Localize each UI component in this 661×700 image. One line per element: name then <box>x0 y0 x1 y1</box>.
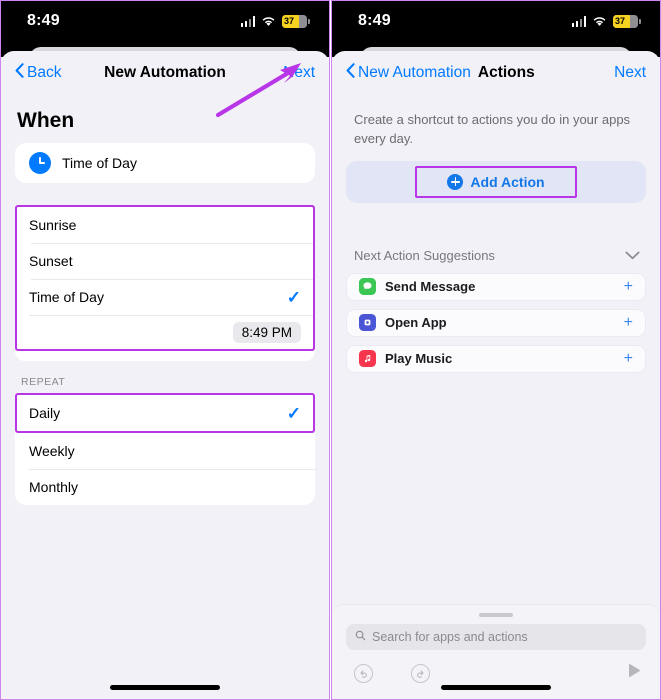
search-icon <box>355 628 366 646</box>
modal-sheet-actions: New Automation Actions Next Create a sho… <box>332 51 660 699</box>
option-row-sunrise[interactable]: Sunrise <box>17 207 313 243</box>
wifi-icon <box>261 16 276 27</box>
status-bar: 8:49 37 <box>332 1 660 45</box>
when-heading: When <box>17 109 75 132</box>
actions-subtitle: Create a shortcut to actions you do in y… <box>354 112 631 146</box>
chevron-left-icon <box>346 63 355 83</box>
option-row-time-of-day[interactable]: Time of Day ✓ <box>17 279 313 315</box>
navigation-bar: New Automation Actions Next <box>332 51 660 95</box>
search-placeholder: Search for apps and actions <box>372 630 528 644</box>
trigger-label: Time of Day <box>62 155 137 171</box>
add-suggestion-button[interactable]: + <box>624 350 633 367</box>
wifi-icon <box>592 16 607 27</box>
status-bar: 8:49 37 <box>1 1 329 45</box>
trigger-card-bottom-spacer <box>15 351 315 361</box>
suggestion-row-open-app[interactable]: Open App + <box>346 308 646 337</box>
repeat-row-monthly[interactable]: Monthly <box>15 469 315 505</box>
music-app-icon <box>359 350 376 368</box>
undo-icon[interactable] <box>354 663 373 683</box>
status-bar-indicators: 37 <box>240 14 310 28</box>
back-button-label: Back <box>27 64 62 81</box>
add-action-container: Add Action <box>346 160 646 203</box>
battery-icon: 37 <box>613 14 641 28</box>
suggestions-title: Next Action Suggestions <box>354 248 495 264</box>
option-row-sunset[interactable]: Sunset <box>17 243 313 279</box>
next-button[interactable]: Next <box>614 64 646 82</box>
repeat-row-daily[interactable]: Daily ✓ <box>17 395 313 431</box>
trigger-options-highlight: Sunrise Sunset Time of Day ✓ 8:49 PM <box>15 205 315 351</box>
battery-percentage: 37 <box>284 15 295 26</box>
back-button[interactable]: New Automation <box>346 63 471 83</box>
editor-toolbar <box>332 650 660 684</box>
trigger-row-time-of-day[interactable]: Time of Day <box>15 143 315 183</box>
suggestions-header[interactable]: Next Action Suggestions <box>332 203 660 273</box>
repeat-label-monthly: Monthly <box>29 479 79 495</box>
add-suggestion-button[interactable]: + <box>624 278 633 295</box>
repeat-section-label: REPEAT <box>21 376 66 388</box>
status-bar-clock: 8:49 <box>358 12 391 29</box>
time-value-row[interactable]: 8:49 PM <box>17 315 313 349</box>
option-label-time-of-day: Time of Day <box>29 289 104 305</box>
checkmark-icon: ✓ <box>286 287 301 307</box>
repeat-row-weekly[interactable]: Weekly <box>15 433 315 469</box>
back-button[interactable]: Back <box>15 63 61 83</box>
suggestion-label: Send Message <box>385 279 476 295</box>
suggestion-label: Play Music <box>385 351 453 367</box>
sheet-grabber-handle[interactable] <box>479 613 513 617</box>
cellular-bars-icon <box>571 15 586 27</box>
navigation-bar: Back New Automation Next <box>1 51 329 95</box>
repeat-daily-highlight: Daily ✓ <box>15 393 315 433</box>
checkmark-icon: ✓ <box>286 403 301 423</box>
repeat-label-daily: Daily <box>29 405 61 421</box>
messages-app-icon <box>359 278 376 296</box>
plus-circle-icon <box>447 173 464 190</box>
play-icon[interactable] <box>627 662 642 684</box>
option-label-sunset: Sunset <box>29 253 73 269</box>
phone-screen-actions-step: 8:49 37 New Automation Actions Next Crea… <box>331 0 661 700</box>
suggestion-row-send-message[interactable]: Send Message + <box>346 272 646 301</box>
shortcuts-open-app-icon <box>359 314 376 332</box>
suggestion-label: Open App <box>385 315 447 331</box>
clock-icon <box>29 152 51 174</box>
repeat-label-weekly: Weekly <box>29 443 75 459</box>
page-title: Actions <box>477 64 535 81</box>
search-input[interactable]: Search for apps and actions <box>346 624 646 650</box>
suggestion-row-play-music[interactable]: Play Music + <box>346 344 646 373</box>
chevron-down-icon[interactable] <box>625 247 640 265</box>
add-suggestion-button[interactable]: + <box>624 314 633 331</box>
cellular-bars-icon <box>240 15 255 27</box>
modal-sheet-when: Back New Automation Next When Time of Da… <box>1 51 329 699</box>
selected-time-value[interactable]: 8:49 PM <box>232 321 301 343</box>
battery-percentage: 37 <box>615 15 626 26</box>
home-indicator <box>441 685 551 690</box>
chevron-left-icon <box>15 63 24 83</box>
battery-icon: 37 <box>282 14 310 28</box>
status-bar-clock: 8:49 <box>27 12 60 29</box>
add-action-button[interactable]: Add Action <box>415 165 577 198</box>
redo-icon[interactable] <box>411 663 430 683</box>
back-button-label: New Automation <box>358 64 471 81</box>
add-action-label: Add Action <box>470 173 545 190</box>
home-indicator <box>110 685 220 690</box>
status-bar-indicators: 37 <box>571 14 641 28</box>
option-label-sunrise: Sunrise <box>29 217 77 233</box>
next-button[interactable]: Next <box>283 64 315 82</box>
repeat-card: Weekly Monthly <box>15 433 315 505</box>
screenshot-stage: 8:49 37 Back New Automation Next When Ti… <box>0 0 661 700</box>
trigger-card: Time of Day <box>15 143 315 183</box>
phone-screen-when-step: 8:49 37 Back New Automation Next When Ti… <box>0 0 330 700</box>
